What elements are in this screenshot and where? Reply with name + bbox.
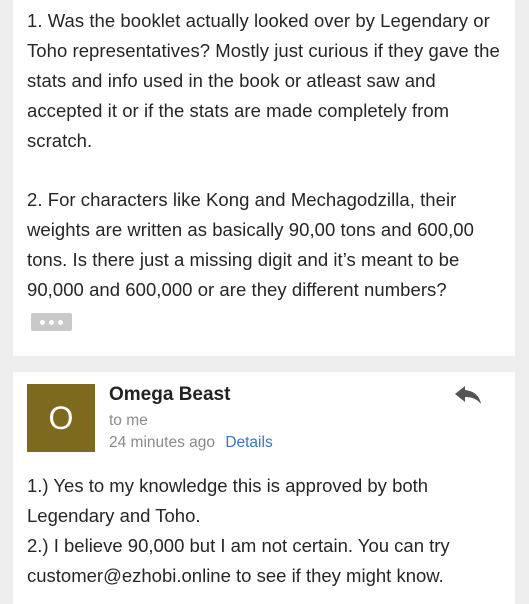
show-trimmed-content-button[interactable]: [31, 313, 72, 331]
details-link[interactable]: Details: [225, 434, 272, 451]
reply-line: 1.) Yes to my knowledge this is approved…: [27, 475, 429, 526]
reply-icon: [455, 386, 481, 404]
question-2-text: 2. For characters like Kong and Mechagod…: [27, 189, 474, 300]
question-1-text: 1. Was the booklet actually looked over …: [27, 10, 500, 151]
reply-message-card: O Omega Beast to me 24 minutes ago Detai…: [13, 372, 515, 604]
ellipsis-icon: [40, 319, 45, 325]
sender-name: Omega Beast: [109, 384, 231, 405]
message-meta: 24 minutes ago Details: [109, 434, 273, 452]
reply-button[interactable]: [453, 384, 483, 406]
reply-line: 2.) I believe 90,000 but I am not certai…: [27, 535, 450, 586]
timestamp: 24 minutes ago: [109, 434, 215, 451]
quoted-message-card: 1. Was the booklet actually looked over …: [13, 0, 515, 356]
avatar-letter: O: [48, 399, 74, 436]
ellipsis-icon: [58, 319, 63, 325]
recipient-text: to me: [109, 412, 148, 429]
ellipsis-icon: [49, 319, 54, 325]
avatar[interactable]: O: [27, 384, 95, 452]
reply-body: 1.) Yes to my knowledge this is approved…: [27, 471, 511, 591]
